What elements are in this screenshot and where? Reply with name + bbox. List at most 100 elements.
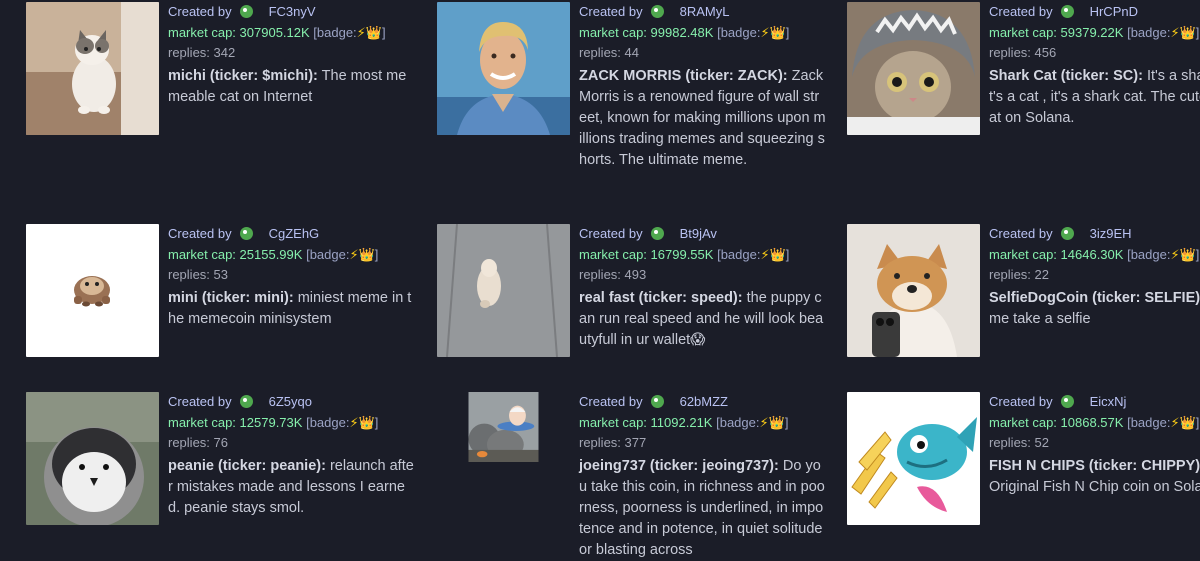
lightning-icon: ⚡ [1170,24,1180,40]
badge-label: [badge: [717,24,761,40]
badge-label: [badge: [1127,246,1171,262]
penguin-photo[interactable] [26,392,159,525]
crown-icon: 👑 [768,414,785,430]
badge-close: ] [1195,24,1200,40]
crown-icon: 👑 [1179,414,1196,430]
market-cap-value: 25155.99K [239,246,303,262]
creator-link[interactable]: Bt9jAv [680,226,717,241]
badge-close: ] [382,24,386,40]
creator-link[interactable]: 6Z5yqo [269,394,312,409]
created-by-label: Created by [168,394,232,409]
creator-link[interactable]: 62bMZZ [680,394,728,409]
coin-description: real fast (ticker: speed): the puppy can… [579,288,827,351]
coin-description: mini (ticker: mini): miniest meme in the… [168,288,416,330]
replies-count: 456 [1034,45,1057,60]
market-cap-label: market cap: [989,24,1057,40]
creator-link[interactable]: FC3nyV [269,4,316,19]
coin-description: FISH N CHIPS (ticker: CHIPPY): The Origi… [989,456,1200,498]
coin-description: peanie (ticker: peanie): relaunch after … [168,456,416,519]
replies-count: 22 [1034,267,1050,282]
replies-label: replies: [168,435,210,450]
market-cap-label: market cap: [579,246,647,262]
coin-name: michi (ticker: $michi): [168,67,318,84]
person-photo[interactable] [437,2,570,135]
created-by-label: Created by [168,4,232,19]
badge-label: [badge: [716,414,760,430]
badge-close: ] [785,24,790,40]
lightning-icon: ⚡ [1170,246,1180,262]
selfie-dog-photo[interactable] [847,224,980,357]
replies-label: replies: [168,267,210,282]
created-by-label: Created by [168,226,232,241]
lightning-icon: ⚡ [759,414,769,430]
market-cap-label: market cap: [579,414,647,430]
crown-icon: 👑 [769,24,786,40]
badge-close: ] [374,246,379,262]
mini-hamster-photo[interactable] [26,224,159,357]
badge-label: [badge: [717,246,761,262]
created-by-label: Created by [579,394,643,409]
lightning-icon: ⚡ [1170,414,1180,430]
creator-link[interactable]: EicxNj [1090,394,1127,409]
market-cap-label: market cap: [168,24,236,40]
badge-label: [badge: [306,414,350,430]
market-cap-label: market cap: [989,246,1057,262]
creator-avatar-icon [650,395,664,408]
creator-link[interactable]: CgZEhG [269,226,320,241]
market-cap-value: 14646.30K [1060,246,1124,262]
crown-icon: 👑 [769,246,786,262]
market-cap-value: 59379.22K [1060,24,1124,40]
creator-avatar-icon [239,227,253,240]
coin-name: Shark Cat (ticker: SC): [989,67,1143,84]
badge-label: [badge: [306,246,350,262]
creator-avatar-icon [1060,5,1074,18]
created-by-label: Created by [989,394,1053,409]
replies-label: replies: [989,45,1031,60]
created-by-label: Created by [989,226,1053,241]
crown-icon: 👑 [1179,246,1196,262]
cat-photo[interactable] [26,2,159,135]
creator-link[interactable]: 8RAMyL [680,4,730,19]
crown-icon: 👑 [365,24,382,40]
replies-label: replies: [168,45,210,60]
badge-close: ] [374,414,379,430]
coin-name: FISH N CHIPS (ticker: CHIPPY): [989,457,1200,474]
coin-name: real fast (ticker: speed): [579,289,743,306]
coin-name: mini (ticker: mini): [168,289,294,306]
market-cap-label: market cap: [579,24,647,40]
badge-close: ] [784,414,789,430]
badge-close: ] [785,246,790,262]
creator-link[interactable]: HrCPnD [1090,4,1138,19]
replies-count: 53 [213,267,229,282]
coin-description: ZACK MORRIS (ticker: ZACK): Zack Morris … [579,66,827,171]
lightning-icon: ⚡ [349,246,359,262]
crown-icon: 👑 [358,246,375,262]
plane-photo[interactable] [437,392,570,525]
market-cap-value: 11092.21K [650,414,713,430]
creator-avatar-icon [1060,395,1074,408]
replies-label: replies: [579,267,621,282]
crown-icon: 👑 [358,414,375,430]
badge-label: [badge: [313,24,357,40]
replies-label: replies: [579,435,621,450]
coin-description: SelfieDogCoin (ticker: SELFIE): Some tak… [989,288,1200,330]
market-cap-value: 307905.12K [239,24,310,40]
replies-count: 377 [624,435,647,450]
replies-label: replies: [579,45,621,60]
creator-link[interactable]: 3iz9EH [1090,226,1132,241]
replies-count: 76 [213,435,229,450]
puppy-photo[interactable] [437,224,570,357]
badge-close: ] [1195,414,1200,430]
fish-chips-photo[interactable] [847,392,980,525]
replies-count: 493 [624,267,647,282]
replies-label: replies: [989,267,1031,282]
lightning-icon: ⚡ [349,414,359,430]
created-by-label: Created by [579,4,643,19]
badge-close: ] [1195,246,1200,262]
creator-avatar-icon [239,395,253,408]
shark-cat-photo[interactable] [847,2,980,135]
coin-name: SelfieDogCoin (ticker: SELFIE): [989,289,1200,306]
replies-count: 44 [624,45,640,60]
creator-avatar-icon [650,5,664,18]
creator-avatar-icon [239,5,253,18]
